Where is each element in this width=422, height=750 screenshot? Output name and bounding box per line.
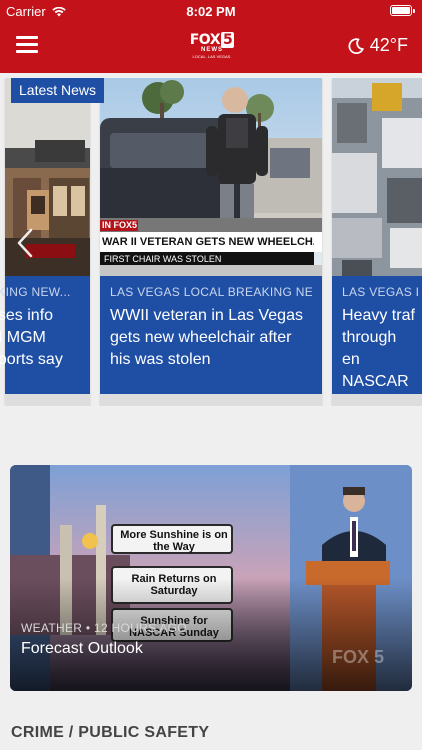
weather-board-line-1: More Sunshine is on the Way	[120, 529, 228, 553]
video-card[interactable]: More Sunshine is on the Way Rain Returns…	[10, 465, 412, 691]
video-category: WEATHER • 12 HOURS AGO	[21, 621, 187, 635]
weather-board-line-2: Rain Returns on Saturday	[131, 573, 217, 597]
news-thumbnail: IN FOX5 WAR II VETERAN GETS NEW WHEELCHA…	[100, 78, 322, 276]
video-meta: WEATHER • 12 HOURS AGO Forecast Outlook	[21, 621, 187, 658]
news-category: AKING NEW...	[0, 285, 71, 299]
news-headline: WWII veteran in Las Vegas gets new wheel…	[110, 307, 303, 368]
news-category: LAS VEGAS LOC	[342, 285, 418, 299]
news-card-body: LAS VEGAS LOCAL BREAKING NEW... WWII vet…	[100, 276, 322, 394]
news-card-body: AKING NEW... oses info M MGM eports say	[0, 276, 90, 394]
channel-bug: IN FOX5	[102, 220, 138, 230]
chevron-left-icon[interactable]	[16, 228, 34, 258]
news-card[interactable]: LAS VEGAS LOC Heavy traf through en NASC…	[332, 78, 422, 406]
status-time: 8:02 PM	[186, 4, 236, 19]
top-navigation-bar: Carrier 8:02 PM FOX 5 NEWS LOCAL. LAS VEG…	[0, 0, 422, 73]
section-title: CRIME / PUBLIC SAFETY	[11, 724, 210, 741]
fox5-news-logo: FOX 5 NEWS LOCAL. LAS VEGAS.	[189, 32, 235, 59]
hamburger-menu-icon[interactable]	[16, 36, 38, 53]
news-thumbnail	[332, 78, 422, 276]
fox5-watermark: FOX 5	[332, 647, 385, 667]
temperature-label: 42°F	[369, 35, 408, 55]
news-card[interactable]: IN FOX5 WAR II VETERAN GETS NEW WHEELCHA…	[100, 78, 322, 406]
battery-icon	[390, 5, 415, 16]
latest-news-badge: Latest News	[11, 78, 105, 103]
news-headline: oses info M MGM eports say	[0, 307, 63, 368]
status-bar: Carrier 8:02 PM	[0, 0, 422, 22]
moon-icon	[348, 37, 364, 54]
image-lower-third: WAR II VETERAN GETS NEW WHEELCHAIR	[102, 236, 314, 248]
news-headline: Heavy traf through en NASCAR w	[342, 307, 415, 406]
video-title: Forecast Outlook	[21, 640, 143, 657]
news-card-body: LAS VEGAS LOC Heavy traf through en NASC…	[332, 276, 422, 406]
weather-widget[interactable]: 42°F	[348, 35, 408, 56]
news-category: LAS VEGAS LOCAL BREAKING NEW...	[110, 285, 312, 299]
news-carousel[interactable]: AKING NEW... oses info M MGM eports say	[0, 78, 422, 406]
image-lower-third-sub: FIRST CHAIR WAS STOLEN	[104, 254, 222, 264]
